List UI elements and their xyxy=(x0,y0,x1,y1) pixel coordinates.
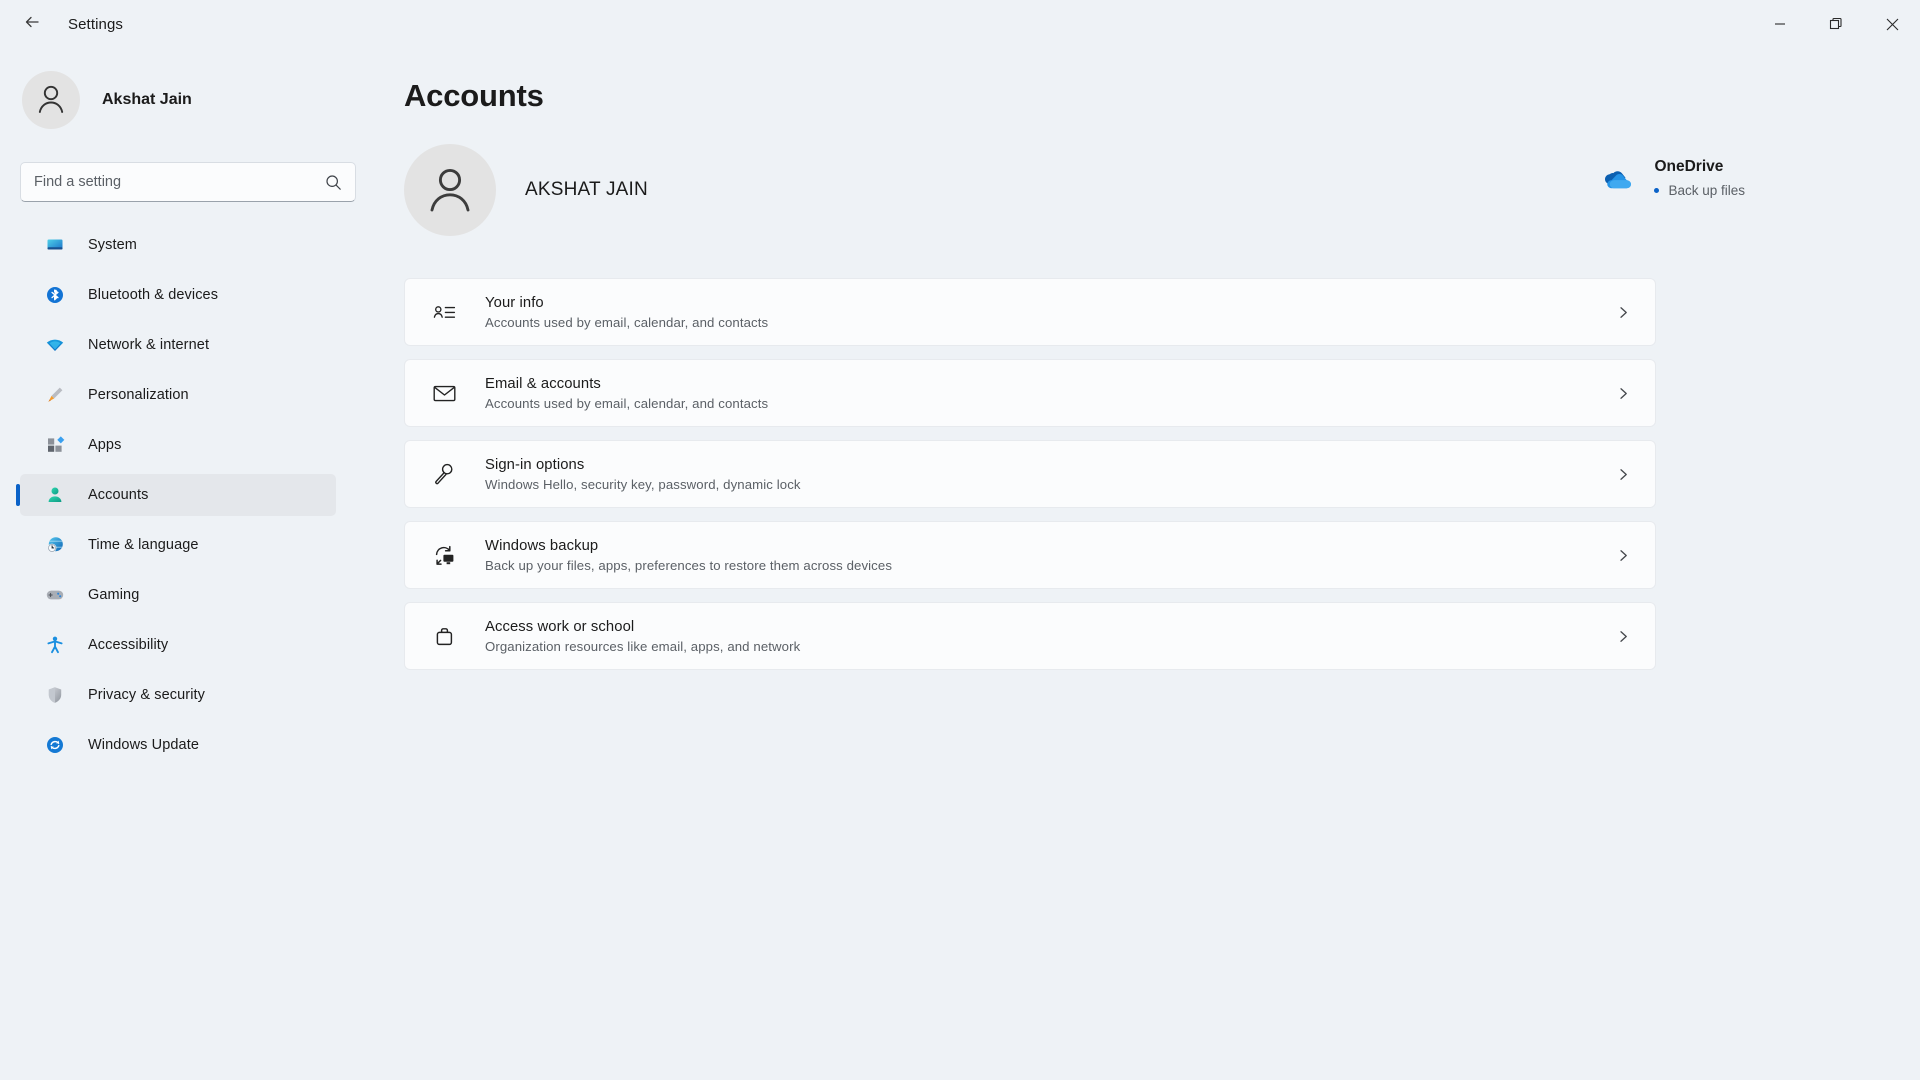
chevron-right-icon xyxy=(1613,468,1633,481)
sidebar-item-label: Time & language xyxy=(88,537,199,553)
sidebar-nav: System Bluetooth & devices Network & int… xyxy=(0,224,356,766)
card-subtitle: Back up your files, apps, preferences to… xyxy=(485,557,893,573)
account-display-name: AKSHAT JAIN xyxy=(525,179,648,200)
update-refresh-icon xyxy=(44,734,66,756)
card-subtitle: Accounts used by email, calendar, and co… xyxy=(485,395,769,411)
avatar xyxy=(22,71,80,129)
apps-grid-icon xyxy=(44,434,66,456)
sidebar-item-label: Gaming xyxy=(88,587,140,603)
sidebar-item-apps[interactable]: Apps xyxy=(20,424,336,466)
card-email-accounts[interactable]: Email & accounts Accounts used by email,… xyxy=(404,359,1656,427)
card-title: Email & accounts xyxy=(485,375,601,392)
user-avatar-icon xyxy=(423,161,477,220)
envelope-icon xyxy=(429,378,459,408)
card-sign-in-options[interactable]: Sign-in options Windows Hello, security … xyxy=(404,440,1656,508)
sidebar-item-label: Apps xyxy=(88,437,122,453)
window-controls xyxy=(1752,0,1920,48)
restore-icon xyxy=(1829,17,1843,31)
sidebar-item-label: Personalization xyxy=(88,387,189,403)
chevron-right-icon xyxy=(1613,387,1633,400)
chevron-right-icon xyxy=(1613,630,1633,643)
search-input[interactable] xyxy=(34,174,325,190)
back-arrow-icon xyxy=(22,12,42,37)
monitor-icon xyxy=(44,234,66,256)
onedrive-cloud-icon xyxy=(1604,169,1634,194)
sidebar-item-personalization[interactable]: Personalization xyxy=(20,374,336,416)
chevron-right-icon xyxy=(1613,306,1633,319)
settings-card-list: Your info Accounts used by email, calend… xyxy=(404,278,1656,670)
close-icon xyxy=(1886,18,1899,31)
sidebar-item-time-language[interactable]: Time & language xyxy=(20,524,336,566)
sidebar-item-bluetooth-devices[interactable]: Bluetooth & devices xyxy=(20,274,336,316)
search-icon[interactable] xyxy=(325,174,342,191)
sidebar-item-label: Windows Update xyxy=(88,737,200,753)
card-windows-backup[interactable]: Windows backup Back up your files, apps,… xyxy=(404,521,1656,589)
account-avatar xyxy=(404,144,496,236)
paintbrush-icon xyxy=(44,384,66,406)
sidebar-item-label: Bluetooth & devices xyxy=(88,287,219,303)
close-button[interactable] xyxy=(1864,0,1920,48)
profile-name: Akshat Jain xyxy=(102,91,192,108)
maximize-button[interactable] xyxy=(1808,0,1864,48)
search-box[interactable] xyxy=(20,162,356,202)
sidebar-item-system[interactable]: System xyxy=(20,224,336,266)
sidebar-item-label: Network & internet xyxy=(88,337,210,353)
sidebar-item-accessibility[interactable]: Accessibility xyxy=(20,624,336,666)
page-title: Accounts xyxy=(404,78,544,113)
card-title: Your info xyxy=(485,294,544,311)
onedrive-substatus: Back up files xyxy=(1654,183,1745,198)
back-button[interactable] xyxy=(14,8,50,40)
card-subtitle: Organization resources like email, apps,… xyxy=(485,638,801,654)
sidebar-item-label: Accounts xyxy=(88,487,149,503)
onedrive-status[interactable]: OneDrive Back up files xyxy=(1604,158,1745,198)
contact-info-icon xyxy=(429,297,459,327)
accessibility-icon xyxy=(44,634,66,656)
shield-icon xyxy=(44,684,66,706)
bluetooth-icon xyxy=(44,284,66,306)
status-dot-icon xyxy=(1654,188,1660,193)
sidebar-item-privacy-security[interactable]: Privacy & security xyxy=(20,674,336,716)
wifi-icon xyxy=(44,334,66,356)
minimize-icon xyxy=(1774,18,1786,30)
onedrive-status-text: Back up files xyxy=(1668,183,1745,198)
card-access-work-or-school[interactable]: Access work or school Organization resou… xyxy=(404,602,1656,670)
sidebar-item-label: Accessibility xyxy=(88,637,169,653)
person-icon xyxy=(44,484,66,506)
card-subtitle: Accounts used by email, calendar, and co… xyxy=(485,314,769,330)
card-title: Windows backup xyxy=(485,537,599,554)
account-header: AKSHAT JAIN OneDrive Back up files xyxy=(404,140,1920,240)
sidebar-item-windows-update[interactable]: Windows Update xyxy=(20,724,336,766)
window-titlebar: Settings xyxy=(0,0,1920,48)
globe-clock-icon xyxy=(44,534,66,556)
key-icon xyxy=(429,459,459,489)
minimize-button[interactable] xyxy=(1752,0,1808,48)
sidebar-profile[interactable]: Akshat Jain xyxy=(22,60,356,140)
chevron-right-icon xyxy=(1613,549,1633,562)
backup-restore-icon xyxy=(429,540,459,570)
sidebar-item-label: System xyxy=(88,237,137,253)
user-avatar-icon xyxy=(34,81,68,120)
sidebar-item-label: Privacy & security xyxy=(88,687,206,703)
onedrive-title: OneDrive xyxy=(1654,158,1724,175)
briefcase-icon xyxy=(429,621,459,651)
sidebar-item-gaming[interactable]: Gaming xyxy=(20,574,336,616)
card-subtitle: Windows Hello, security key, password, d… xyxy=(485,476,801,492)
card-your-info[interactable]: Your info Accounts used by email, calend… xyxy=(404,278,1656,346)
main-content: Accounts AKSHAT JAIN OneDrive Back up fi… xyxy=(356,48,1920,1080)
window-title: Settings xyxy=(68,15,123,33)
sidebar: Akshat Jain System xyxy=(0,48,356,1080)
card-title: Access work or school xyxy=(485,618,635,635)
card-title: Sign-in options xyxy=(485,456,585,473)
sidebar-item-accounts[interactable]: Accounts xyxy=(16,474,336,516)
gamepad-icon xyxy=(44,584,66,606)
sidebar-item-network-internet[interactable]: Network & internet xyxy=(20,324,336,366)
